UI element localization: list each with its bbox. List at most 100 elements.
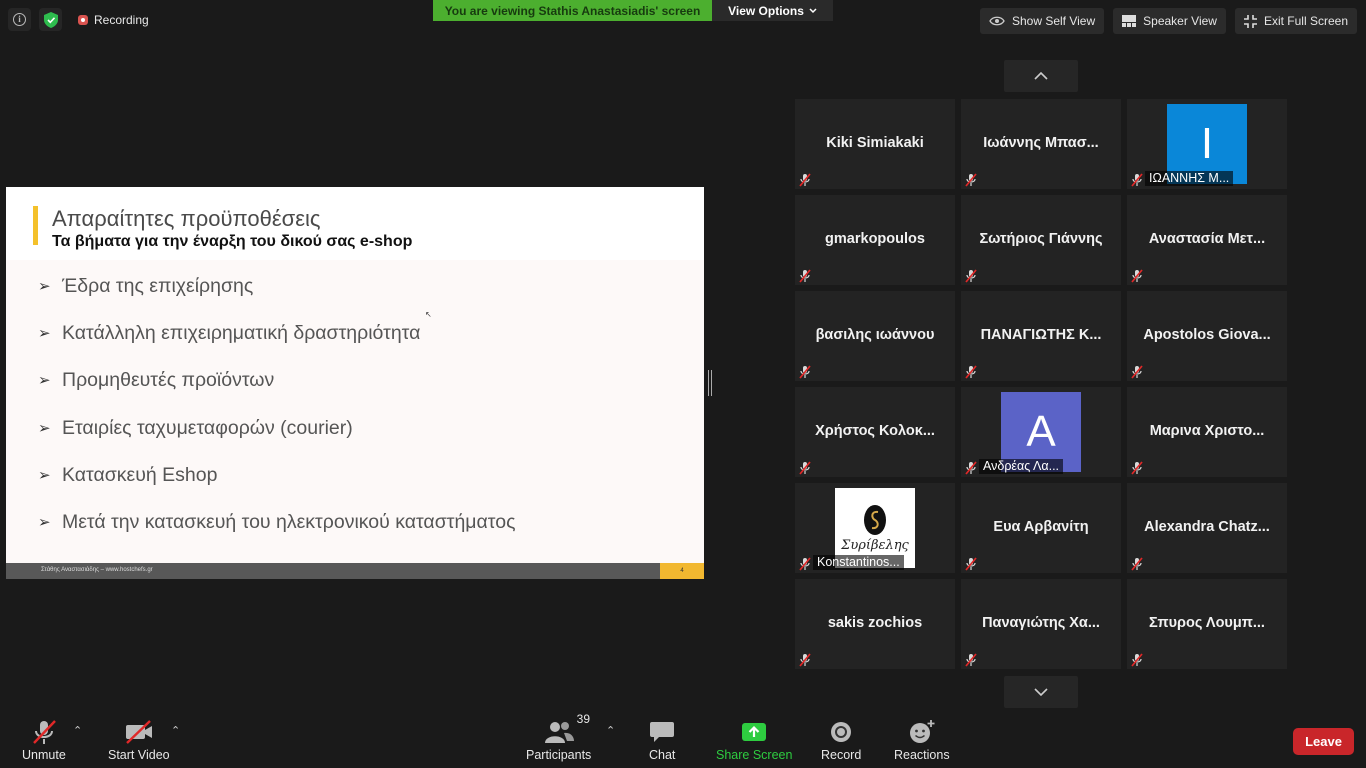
arrow-bullet-icon: ➢	[38, 372, 51, 390]
video-off-icon	[123, 718, 155, 746]
muted-mic-icon	[964, 173, 978, 187]
slide-title: Απαραίτητες προϋποθέσεις	[52, 206, 321, 231]
bullet-item: ➢ Έδρα της επιχείρησης	[38, 275, 254, 297]
participant-tile[interactable]: I ΙΩΑΝΝΗΣ Μ...	[1127, 99, 1287, 189]
participant-name: Ιωάννης Μπασ...	[983, 135, 1099, 151]
muted-mic-icon	[1130, 461, 1144, 475]
participant-name: gmarkopoulos	[825, 231, 925, 247]
leave-button[interactable]: Leave	[1293, 728, 1354, 755]
reactions-button[interactable]: Reactions	[894, 718, 950, 762]
muted-mic-icon	[29, 718, 59, 746]
muted-mic-icon	[798, 173, 812, 187]
arrow-bullet-icon: ➢	[38, 278, 51, 295]
exit-full-screen-label: Exit Full Screen	[1263, 14, 1348, 28]
participant-tile[interactable]: A Ανδρέας Λα...	[961, 387, 1121, 477]
shield-icon	[43, 11, 58, 28]
participant-tile[interactable]: Kiki Simiakaki	[795, 99, 955, 189]
muted-mic-icon	[798, 461, 812, 475]
top-left-controls: i Recording	[8, 8, 157, 31]
participant-tile[interactable]: Συρίβελης Konstantinos...	[795, 483, 955, 573]
participant-tile[interactable]: βασιλης ιωάννου	[795, 291, 955, 381]
slide-page-number: 4	[660, 563, 704, 579]
exit-full-screen-button[interactable]: Exit Full Screen	[1234, 8, 1357, 34]
show-self-view-button[interactable]: Show Self View	[979, 8, 1105, 34]
muted-mic-icon	[798, 653, 812, 667]
muted-mic-icon	[964, 653, 978, 667]
share-screen-label: Share Screen	[716, 748, 793, 762]
mouse-pointer-icon: ↖	[425, 310, 432, 319]
participant-tile[interactable]: sakis zochios	[795, 579, 955, 669]
recording-label: Recording	[94, 12, 149, 27]
muted-mic-icon	[964, 365, 978, 379]
muted-mic-icon	[1130, 557, 1144, 571]
participant-tile[interactable]: ΠΑΝΑΓΙΩΤΗΣ Κ...	[961, 291, 1121, 381]
muted-mic-icon	[798, 557, 812, 571]
bullet-item: ➢ Κατάλληλη επιχειρηματική δραστηριότητα	[38, 322, 421, 345]
participant-name: βασιλης ιωάννου	[815, 327, 935, 343]
recording-icon	[78, 14, 88, 25]
record-label: Record	[821, 748, 862, 762]
unmute-button[interactable]: Unmute	[22, 718, 66, 762]
participant-tile[interactable]: Παναγιώτης Χα...	[961, 579, 1121, 669]
bullet-item: ➢ Προμηθευτές προϊόντων	[38, 369, 275, 392]
show-self-view-label: Show Self View	[1011, 14, 1096, 28]
slide-header: Απαραίτητες προϋποθέσεις Τα βήματα για τ…	[6, 187, 704, 260]
participant-tile[interactable]: Μαρινα Χριστο...	[1127, 387, 1287, 477]
chat-button[interactable]: Chat	[649, 718, 675, 762]
screen-share-banner: You are viewing Stathis Anastasiadis' sc…	[433, 0, 833, 21]
participants-icon: 39	[543, 712, 590, 746]
arrow-bullet-icon: ➢	[38, 513, 51, 531]
participant-name: Αναστασία Μετ...	[1148, 231, 1266, 247]
encryption-button[interactable]	[39, 8, 62, 31]
muted-mic-icon	[1130, 173, 1144, 187]
participant-tile[interactable]: Ευα Αρβανίτη	[961, 483, 1121, 573]
meeting-info-button[interactable]: i	[8, 8, 31, 31]
gallery-page-up-button[interactable]	[1004, 60, 1078, 92]
start-video-button[interactable]: Start Video	[108, 718, 170, 762]
share-screen-button[interactable]: Share Screen	[716, 718, 792, 762]
chat-icon	[649, 718, 675, 746]
video-options-caret-icon[interactable]: ⌃	[171, 724, 180, 737]
muted-mic-icon	[1130, 653, 1144, 667]
slide-footer-text: Στάθης Αναστασιάδης – www.hostchefs.gr	[41, 567, 153, 573]
slide-accent-bar	[33, 206, 38, 245]
participant-tile[interactable]: Αναστασία Μετ...	[1127, 195, 1287, 285]
participant-tile[interactable]: Ιωάννης Μπασ...	[961, 99, 1121, 189]
participant-name: Ανδρέας Λα...	[979, 459, 1064, 474]
participant-tile[interactable]: Alexandra Chatz...	[1127, 483, 1287, 573]
logo-text: Συρίβελης	[841, 538, 909, 553]
record-button[interactable]: Record	[821, 718, 861, 762]
participant-name: ΠΑΝΑΓΙΩΤΗΣ Κ...	[980, 327, 1102, 343]
participant-name: Σπυρος Λουμπ...	[1149, 615, 1265, 631]
muted-mic-icon	[798, 365, 812, 379]
muted-mic-icon	[964, 461, 978, 475]
participants-options-caret-icon[interactable]: ⌃	[606, 724, 615, 737]
participant-tile[interactable]: Apostolos Giova...	[1127, 291, 1287, 381]
participant-tile[interactable]: Σωτήριος Γιάννης	[961, 195, 1121, 285]
participants-button[interactable]: 39 Participants	[526, 712, 592, 762]
participant-tile[interactable]: Σπυρος Λουμπ...	[1127, 579, 1287, 669]
info-icon: i	[13, 13, 26, 26]
top-right-controls: Show Self View Speaker View Exit Full Sc…	[979, 8, 1357, 34]
muted-mic-icon	[798, 269, 812, 283]
slide-bullet-list: ➢ Έδρα της επιχείρησης ➢ Κατάλληλη επιχειρ…	[38, 275, 515, 558]
recording-indicator[interactable]: Recording	[70, 8, 157, 31]
bullet-item: ➢ Κατασκευή Eshop	[38, 463, 218, 486]
chevron-down-icon	[809, 7, 817, 13]
view-options-button[interactable]: View Options	[712, 0, 833, 21]
participant-name: Kiki Simiakaki	[826, 135, 924, 151]
participant-tile[interactable]: gmarkopoulos	[795, 195, 955, 285]
participant-name: ΙΩΑΝΝΗΣ Μ...	[1145, 171, 1234, 186]
eye-icon	[989, 16, 1005, 26]
record-icon	[829, 718, 853, 746]
chevron-down-icon	[1034, 688, 1048, 696]
audio-options-caret-icon[interactable]: ⌃	[73, 724, 82, 737]
gallery-page-down-button[interactable]	[1004, 676, 1078, 708]
participant-tile[interactable]: Χρήστος Κολοκ...	[795, 387, 955, 477]
splitter-handle[interactable]	[708, 370, 712, 396]
participants-label: Participants	[526, 748, 592, 762]
bullet-item: ➢ Μετά την κατασκευή του ηλεκτρονικού κατ…	[38, 510, 516, 533]
participant-name: Μαρινα Χριστο...	[1149, 423, 1265, 439]
speaker-view-button[interactable]: Speaker View	[1113, 8, 1226, 34]
viewing-text: You are viewing Stathis Anastasiadis' sc…	[433, 0, 712, 21]
